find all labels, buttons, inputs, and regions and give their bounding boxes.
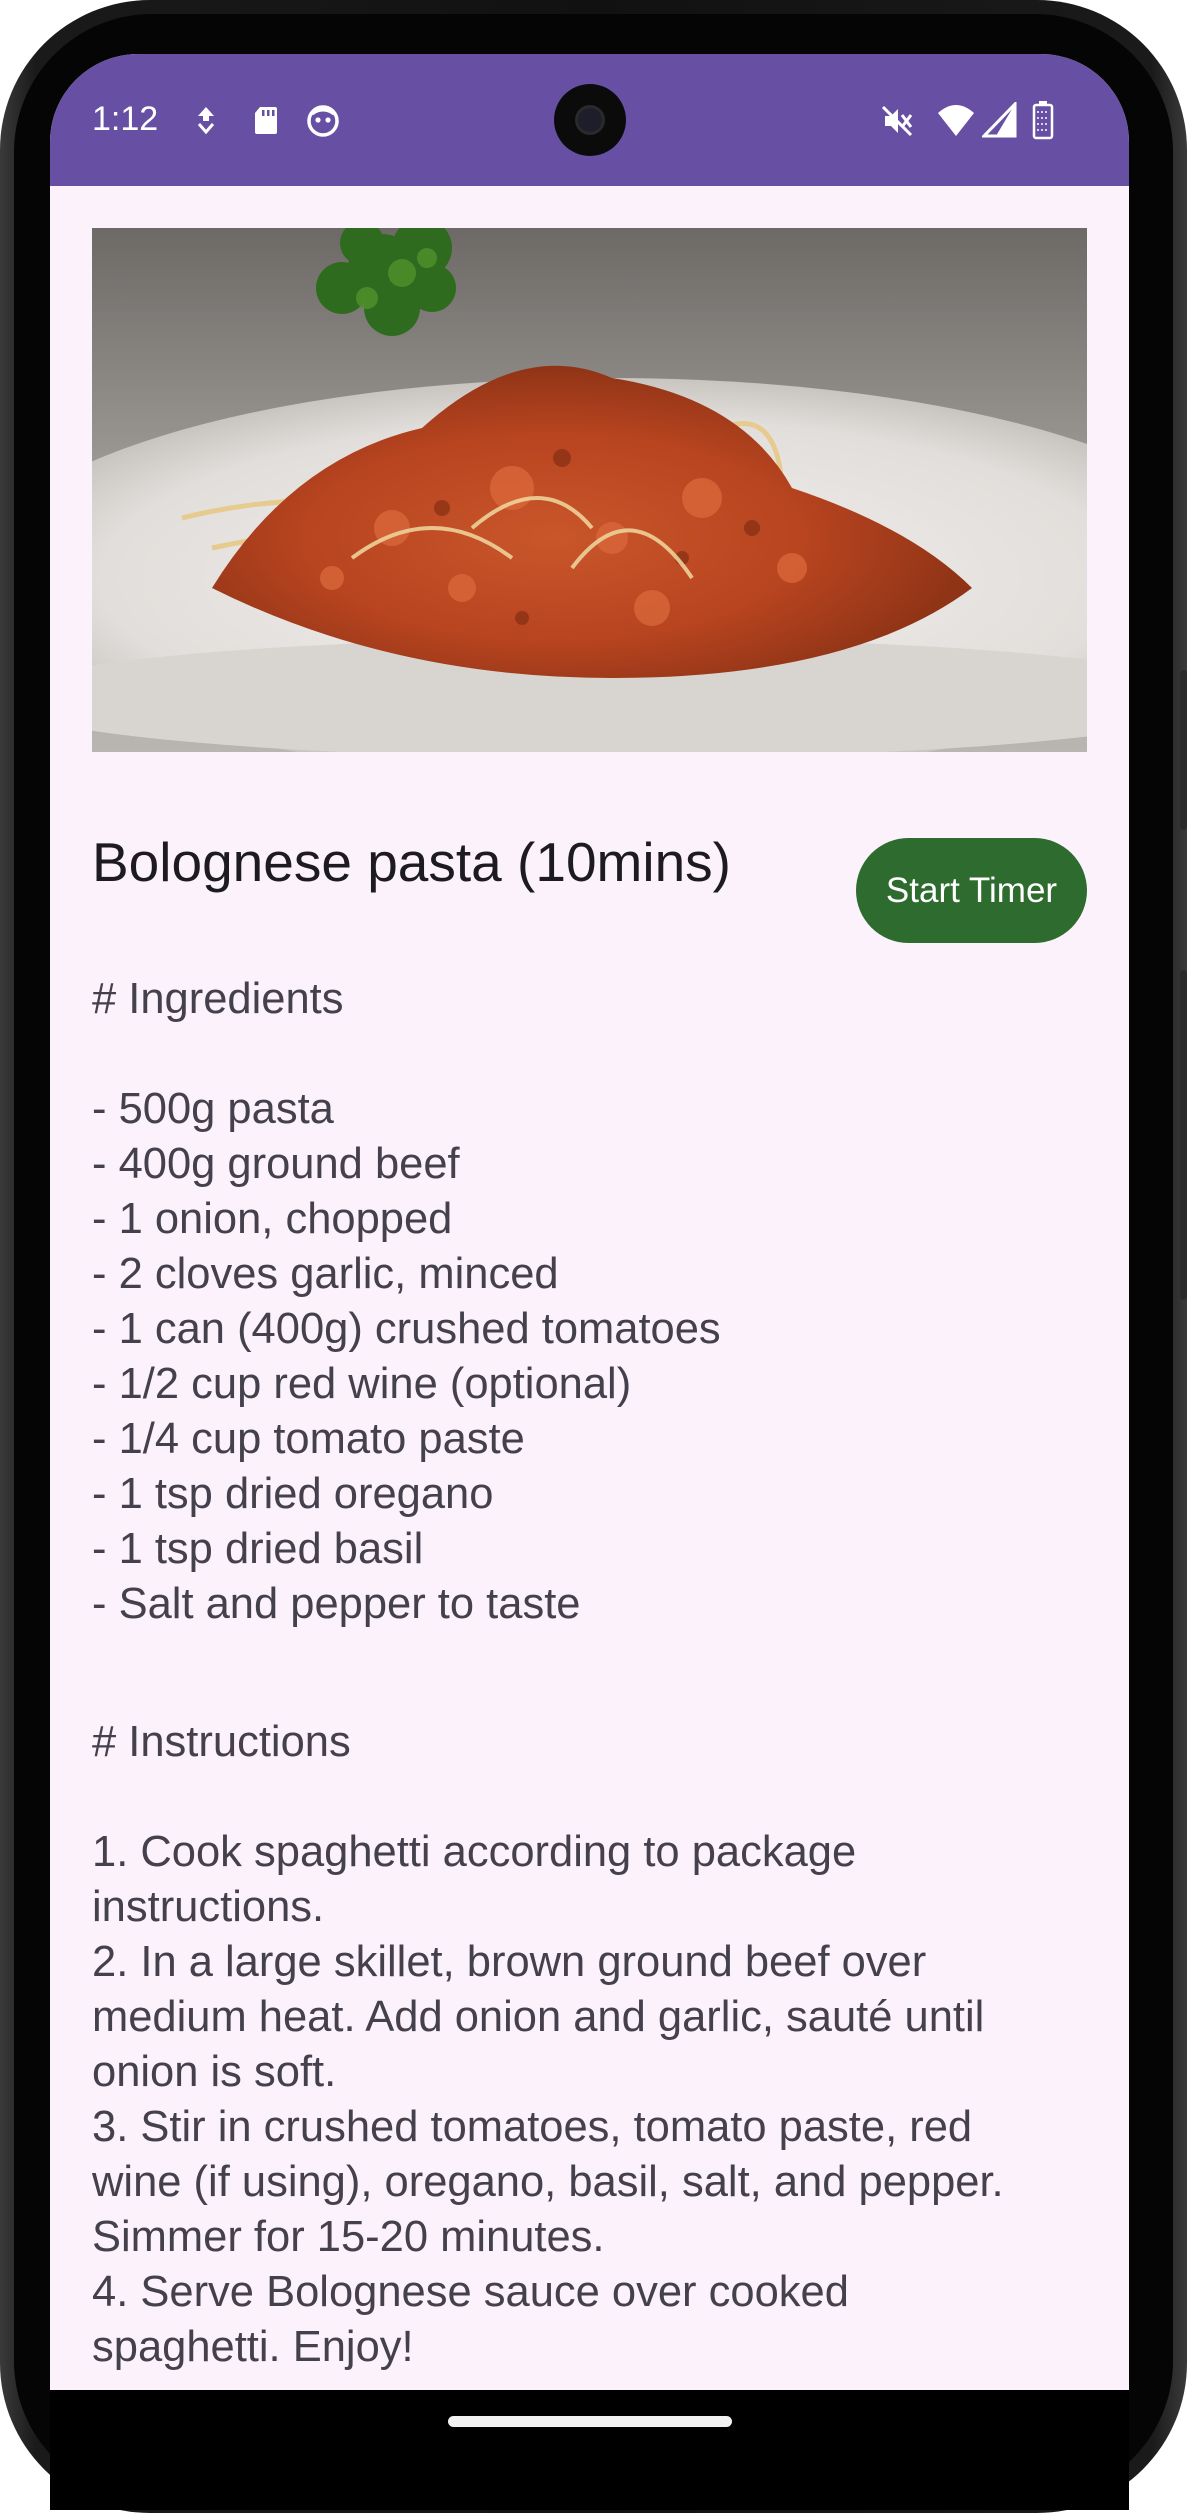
instruction-line: instructions. [92, 1883, 325, 1931]
ingredient-item: - 500g pasta [92, 1085, 334, 1133]
ingredient-item: - 1/4 cup tomato paste [92, 1415, 525, 1463]
instruction-line: Simmer for 15-20 minutes. [92, 2213, 605, 2261]
power-button [1180, 970, 1187, 1300]
ingredient-item: - 1 tsp dried basil [92, 1525, 424, 1573]
screen: 1:12 Bolognese pasta (10mins) Start Time… [50, 54, 1129, 2390]
ingredient-item: - Salt and pepper to taste [92, 1580, 581, 1628]
battery-icon [1032, 100, 1054, 140]
recipe-image [92, 228, 1087, 752]
data-saver-icon [190, 104, 222, 136]
volume-button [1180, 670, 1187, 830]
instruction-line: 4. Serve Bolognese sauce over cooked [92, 2268, 849, 2316]
gesture-nav-bar [50, 2390, 1129, 2510]
wifi-icon [936, 100, 976, 140]
ingredient-item: - 1 onion, chopped [92, 1195, 453, 1243]
instruction-line: onion is soft. [92, 2048, 337, 2096]
recipe-title: Bolognese pasta (10mins) [92, 831, 731, 893]
ingredient-item: - 2 cloves garlic, minced [92, 1250, 559, 1298]
android-debug-icon [306, 104, 339, 137]
cell-signal-icon [980, 100, 1018, 138]
home-gesture-handle[interactable] [448, 2416, 732, 2427]
instruction-line: medium heat. Add onion and garlic, sauté… [92, 1993, 985, 2041]
instruction-line: 3. Stir in crushed tomatoes, tomato past… [92, 2103, 973, 2151]
instruction-line: 2. In a large skillet, brown ground beef… [92, 1938, 927, 1986]
front-camera [554, 84, 626, 156]
instruction-line: wine (if using), oregano, basil, salt, a… [92, 2158, 1004, 2206]
ingredient-item: - 1/2 cup red wine (optional) [92, 1360, 632, 1408]
sd-card-icon [250, 104, 282, 136]
ingredient-item: - 400g ground beef [92, 1140, 460, 1188]
recipe-detail: Bolognese pasta (10mins) Start Timer # I… [50, 186, 1129, 2390]
start-timer-button[interactable]: Start Timer [856, 838, 1087, 943]
phone-frame: 1:12 Bolognese pasta (10mins) Start Time… [0, 0, 1187, 2513]
ingredient-item: - 1 tsp dried oregano [92, 1470, 494, 1518]
instruction-line: 1. Cook spaghetti according to package [92, 1828, 857, 1876]
instruction-line: spaghetti. Enjoy! [92, 2323, 414, 2371]
status-time: 1:12 [92, 100, 159, 138]
instructions-heading: # Instructions [92, 1718, 351, 1766]
ingredient-item: - 1 can (400g) crushed tomatoes [92, 1305, 721, 1353]
mute-icon [880, 104, 913, 137]
recipe-body: # Ingredients - 500g pasta - 400g ground… [92, 972, 1092, 2375]
status-bar: 1:12 [50, 54, 1129, 186]
ingredients-heading: # Ingredients [92, 975, 344, 1023]
